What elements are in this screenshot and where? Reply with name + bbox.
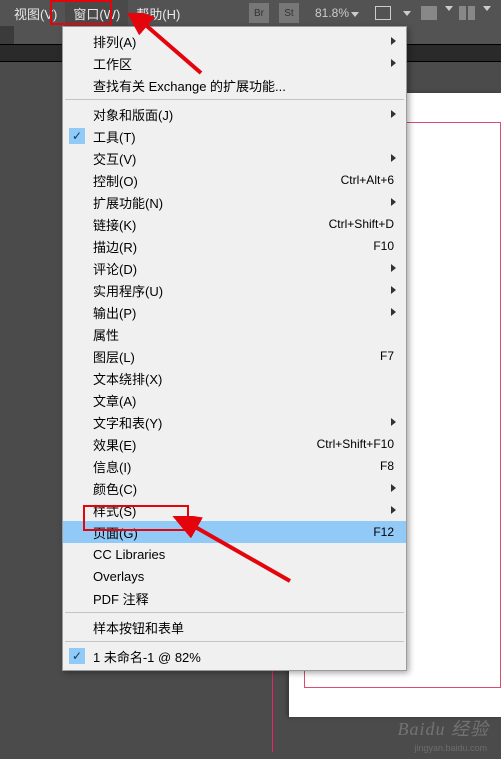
submenu-arrow-icon <box>391 308 396 316</box>
submenu-arrow-icon <box>391 110 396 118</box>
menu-item-label: 图层(L) <box>93 347 360 366</box>
menu-item-label: 实用程序(U) <box>93 281 394 300</box>
submenu-arrow-icon <box>391 154 396 162</box>
submenu-arrow-icon <box>391 506 396 514</box>
menu-item-label: 效果(E) <box>93 435 297 454</box>
menu-window[interactable]: 窗口(W) <box>65 0 128 27</box>
menu-item[interactable]: 查找有关 Exchange 的扩展功能... <box>63 74 406 96</box>
watermark-sub: jingyan.baidu.com <box>414 743 487 753</box>
chevron-down-icon <box>403 11 411 16</box>
menu-item-label: CC Libraries <box>93 547 394 562</box>
menu-item-label: 页面(G) <box>93 523 353 542</box>
menu-item-label: 对象和版面(J) <box>93 105 394 124</box>
menu-separator <box>65 99 404 100</box>
view-options-icon[interactable] <box>375 6 391 20</box>
menu-item-label: 控制(O) <box>93 171 321 190</box>
menu-shortcut: Ctrl+Shift+D <box>329 217 394 231</box>
menu-item-label: 文本绕排(X) <box>93 369 394 388</box>
menu-item[interactable]: 扩展功能(N) <box>63 191 406 213</box>
watermark: Baidu 经验 <box>398 715 490 741</box>
menu-item[interactable]: 交互(V) <box>63 147 406 169</box>
menu-item[interactable]: 信息(I) F8 <box>63 455 406 477</box>
submenu-arrow-icon <box>391 37 396 45</box>
menu-item-label: 扩展功能(N) <box>93 193 394 212</box>
menu-item-label: 颜色(C) <box>93 479 394 498</box>
menu-separator <box>65 612 404 613</box>
menu-item[interactable]: 描边(R) F10 <box>63 235 406 257</box>
menu-item-label: 链接(K) <box>93 215 309 234</box>
menu-shortcut: Ctrl+Shift+F10 <box>317 437 394 451</box>
toolbar-right: Br St 81.8% <box>249 0 491 26</box>
check-icon: ✓ <box>69 648 85 664</box>
submenu-arrow-icon <box>391 198 396 206</box>
menu-item-label: 描边(R) <box>93 237 353 256</box>
menu-item[interactable]: 文本绕排(X) <box>63 367 406 389</box>
menu-item[interactable]: 页面(G) F12 <box>63 521 406 543</box>
window-menu-dropdown: 排列(A) 工作区查找有关 Exchange 的扩展功能... 对象和版面(J) ✓ 工… <box>62 26 407 671</box>
menu-item[interactable]: 图层(L) F7 <box>63 345 406 367</box>
menu-item[interactable]: CC Libraries <box>63 543 406 565</box>
menu-shortcut: Ctrl+Alt+6 <box>341 173 394 187</box>
menu-item-label: 文字和表(Y) <box>93 413 394 432</box>
menu-item[interactable]: 排列(A) <box>63 30 406 52</box>
menu-item-label: 输出(P) <box>93 303 394 322</box>
menu-item-label: 样式(S) <box>93 501 394 520</box>
screen-mode-icon[interactable] <box>421 6 437 20</box>
left-toolbox-stub <box>0 26 14 44</box>
bridge-icon[interactable]: Br <box>249 3 269 23</box>
menu-item[interactable]: ✓ 工具(T) <box>63 125 406 147</box>
submenu-arrow-icon <box>391 264 396 272</box>
submenu-arrow-icon <box>391 286 396 294</box>
menu-shortcut: F10 <box>373 239 394 253</box>
menu-item[interactable]: 文章(A) <box>63 389 406 411</box>
menu-item[interactable]: PDF 注释 <box>63 587 406 609</box>
check-icon: ✓ <box>69 128 85 144</box>
submenu-arrow-icon <box>391 418 396 426</box>
menu-item[interactable]: Overlays <box>63 565 406 587</box>
menu-item-label: 工具(T) <box>93 127 394 146</box>
menu-item-label: 工作区 <box>93 54 394 73</box>
menu-shortcut: F7 <box>380 349 394 363</box>
menu-help[interactable]: 帮助(H) <box>128 0 188 27</box>
chevron-down-icon <box>483 6 491 11</box>
menu-item-label: 查找有关 Exchange 的扩展功能... <box>93 76 394 95</box>
menu-item[interactable]: 样本按钮和表单 <box>63 616 406 638</box>
menu-item[interactable]: 属性 <box>63 323 406 345</box>
menu-item[interactable]: 效果(E) Ctrl+Shift+F10 <box>63 433 406 455</box>
zoom-level[interactable]: 81.8% <box>309 4 365 22</box>
menu-shortcut: F12 <box>373 525 394 539</box>
menu-item[interactable]: 评论(D) <box>63 257 406 279</box>
menu-shortcut: F8 <box>380 459 394 473</box>
menu-item-label: 信息(I) <box>93 457 360 476</box>
menu-item[interactable]: ✓ 1 未命名-1 @ 82% <box>63 645 406 667</box>
chevron-down-icon <box>351 12 359 17</box>
menu-item-label: PDF 注释 <box>93 589 394 608</box>
submenu-arrow-icon <box>391 59 396 67</box>
submenu-arrow-icon <box>391 484 396 492</box>
stock-icon[interactable]: St <box>279 3 299 23</box>
menu-item[interactable]: 样式(S) <box>63 499 406 521</box>
menu-item-label: 1 未命名-1 @ 82% <box>93 647 394 666</box>
menu-item-label: 文章(A) <box>93 391 394 410</box>
menu-item[interactable]: 实用程序(U) <box>63 279 406 301</box>
menu-item[interactable]: 控制(O) Ctrl+Alt+6 <box>63 169 406 191</box>
menu-item[interactable]: 对象和版面(J) <box>63 103 406 125</box>
menu-item[interactable]: 工作区 <box>63 52 406 74</box>
menu-separator <box>65 641 404 642</box>
menu-view[interactable]: 视图(V) <box>6 0 65 27</box>
chevron-down-icon <box>445 6 453 11</box>
menu-item-label: 样本按钮和表单 <box>93 618 394 637</box>
arrange-icon[interactable] <box>459 6 475 20</box>
menu-item-label: 排列(A) <box>93 32 394 51</box>
menubar: 视图(V) 窗口(W) 帮助(H) Br St 81.8% <box>0 0 501 26</box>
menu-item-label: 评论(D) <box>93 259 394 278</box>
menu-item-label: Overlays <box>93 569 394 584</box>
menu-item[interactable]: 文字和表(Y) <box>63 411 406 433</box>
menu-item[interactable]: 颜色(C) <box>63 477 406 499</box>
menu-item-label: 交互(V) <box>93 149 394 168</box>
menu-item[interactable]: 输出(P) <box>63 301 406 323</box>
menu-item[interactable]: 链接(K) Ctrl+Shift+D <box>63 213 406 235</box>
menu-item-label: 属性 <box>93 325 394 344</box>
